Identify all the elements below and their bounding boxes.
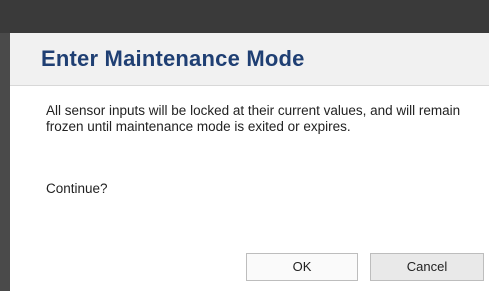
dialog-title: Enter Maintenance Mode	[41, 46, 305, 71]
cancel-button[interactable]: Cancel	[370, 253, 484, 281]
background-window-strip	[0, 0, 489, 33]
dialog-prompt: Continue?	[46, 181, 108, 196]
dialog-title-bar: Enter Maintenance Mode	[10, 33, 489, 86]
dialog-message: All sensor inputs will be locked at thei…	[46, 103, 461, 134]
ok-button[interactable]: OK	[246, 253, 358, 281]
background-window-edge	[0, 33, 10, 291]
maintenance-mode-dialog: Enter Maintenance Mode All sensor inputs…	[10, 33, 489, 291]
